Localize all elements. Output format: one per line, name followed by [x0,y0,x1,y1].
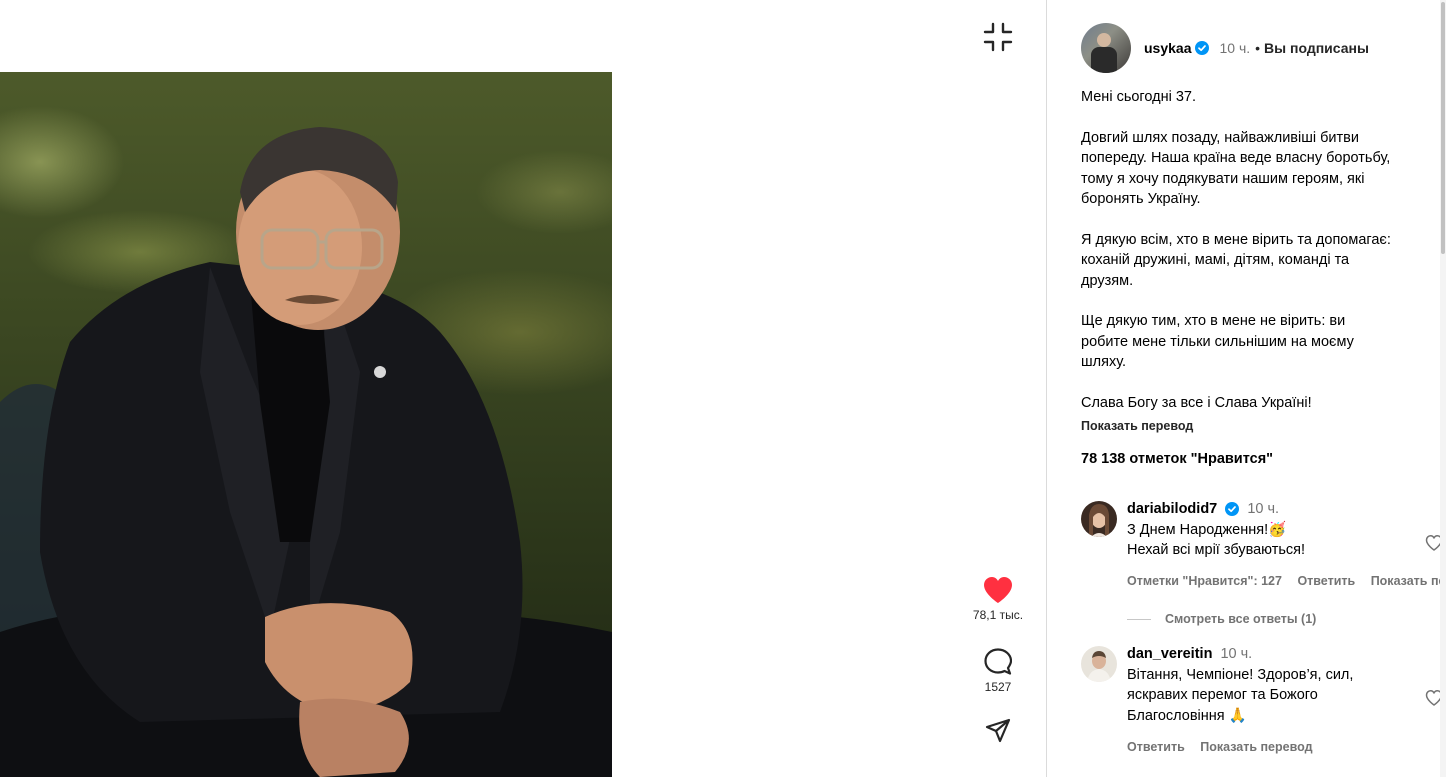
heart-filled-icon[interactable] [983,576,1013,604]
post-caption: Мені сьогодні 37. Довгий шлях позаду, на… [1081,87,1396,413]
author-username[interactable]: usykaa [1144,40,1191,56]
like-action: 78,1 тыс. [966,576,1030,622]
caption-paragraph: Ще дякую тим, хто в мене не вірить: ви р… [1081,313,1354,370]
show-translation-link[interactable]: Показать перевод [1200,740,1312,754]
share-action [966,718,1030,744]
scrollbar[interactable] [1440,0,1446,777]
post-panel: usykaa 10 ч. • Вы подписаны Мені сьогодн… [1046,0,1446,777]
author-avatar[interactable] [1081,23,1131,73]
caption-paragraph: Я дякую всім, хто в мене вірить та допом… [1081,231,1391,289]
comment-time: 10 ч. [1247,501,1280,517]
commenter-username[interactable]: dan_vereitin [1127,646,1212,662]
post-header: usykaa 10 ч. • Вы подписаны [1081,22,1369,74]
comment-text: Благословіння 🙏 [1127,707,1247,724]
reply-button[interactable]: Ответить [1127,740,1185,754]
share-icon[interactable] [985,718,1011,744]
comment-likes[interactable]: Отметки "Нравится": 127 [1127,574,1282,588]
comment-body: dan_vereitin 10 ч. Вітання, Чемпіоне! Зд… [1127,644,1387,726]
reply-button[interactable]: Ответить [1297,574,1355,588]
media-area: 78,1 тыс. 1527 [0,0,1046,777]
commenter-avatar[interactable] [1081,646,1117,682]
show-translation-link[interactable]: Показать перевод [1081,419,1193,433]
comment-action: 1527 [966,648,1030,694]
verified-badge-icon [1225,502,1240,517]
divider [1127,619,1151,621]
comment-meta: Ответить Показать перевод [1127,740,1325,754]
commenter-username[interactable]: dariabilodid7 [1127,501,1217,517]
portrait-illustration [0,127,612,777]
comment-text: яскравих перемог та Божого [1127,687,1318,703]
caption-paragraph: Довгий шлях позаду, найважливіші битви п… [1081,129,1391,208]
comment-text: Вітання, Чемпіоне! Здоров’я, сил, [1127,666,1354,683]
follow-status[interactable]: Вы подписаны [1264,40,1369,56]
comment-meta: Отметки "Нравится": 127 Ответить Показат… [1127,574,1446,588]
view-replies-link[interactable]: Смотреть все ответы (1) [1127,612,1316,626]
caption-paragraph: Слава Богу за все і Слава Україні! [1081,394,1312,411]
likes-count: 78,1 тыс. [972,608,1024,622]
separator-dot: • [1255,40,1261,56]
caption-paragraph: Мені сьогодні 37. [1081,89,1197,105]
comment-icon[interactable] [984,648,1012,676]
comment-text: З Днем Народження!🥳 [1127,521,1287,538]
comments-count: 1527 [984,680,1012,694]
likes-total[interactable]: 78 138 отметок "Нравится" [1081,451,1273,467]
show-translation-link[interactable]: Показать перевод [1371,574,1446,588]
comment-text: Нехай всі мрії збуваються! [1127,542,1306,558]
comment-body: dariabilodid7 10 ч. З Днем Народження!🥳 … [1127,499,1387,561]
scrollbar-thumb[interactable] [1441,2,1445,254]
view-replies-label: Смотреть все ответы (1) [1165,612,1317,626]
verified-badge-icon [1195,41,1210,55]
commenter-avatar[interactable] [1081,501,1117,537]
comment-time: 10 ч. [1220,646,1253,662]
post-time: 10 ч. [1219,40,1251,56]
post-photo[interactable] [0,72,612,777]
collapse-icon[interactable] [983,22,1013,52]
